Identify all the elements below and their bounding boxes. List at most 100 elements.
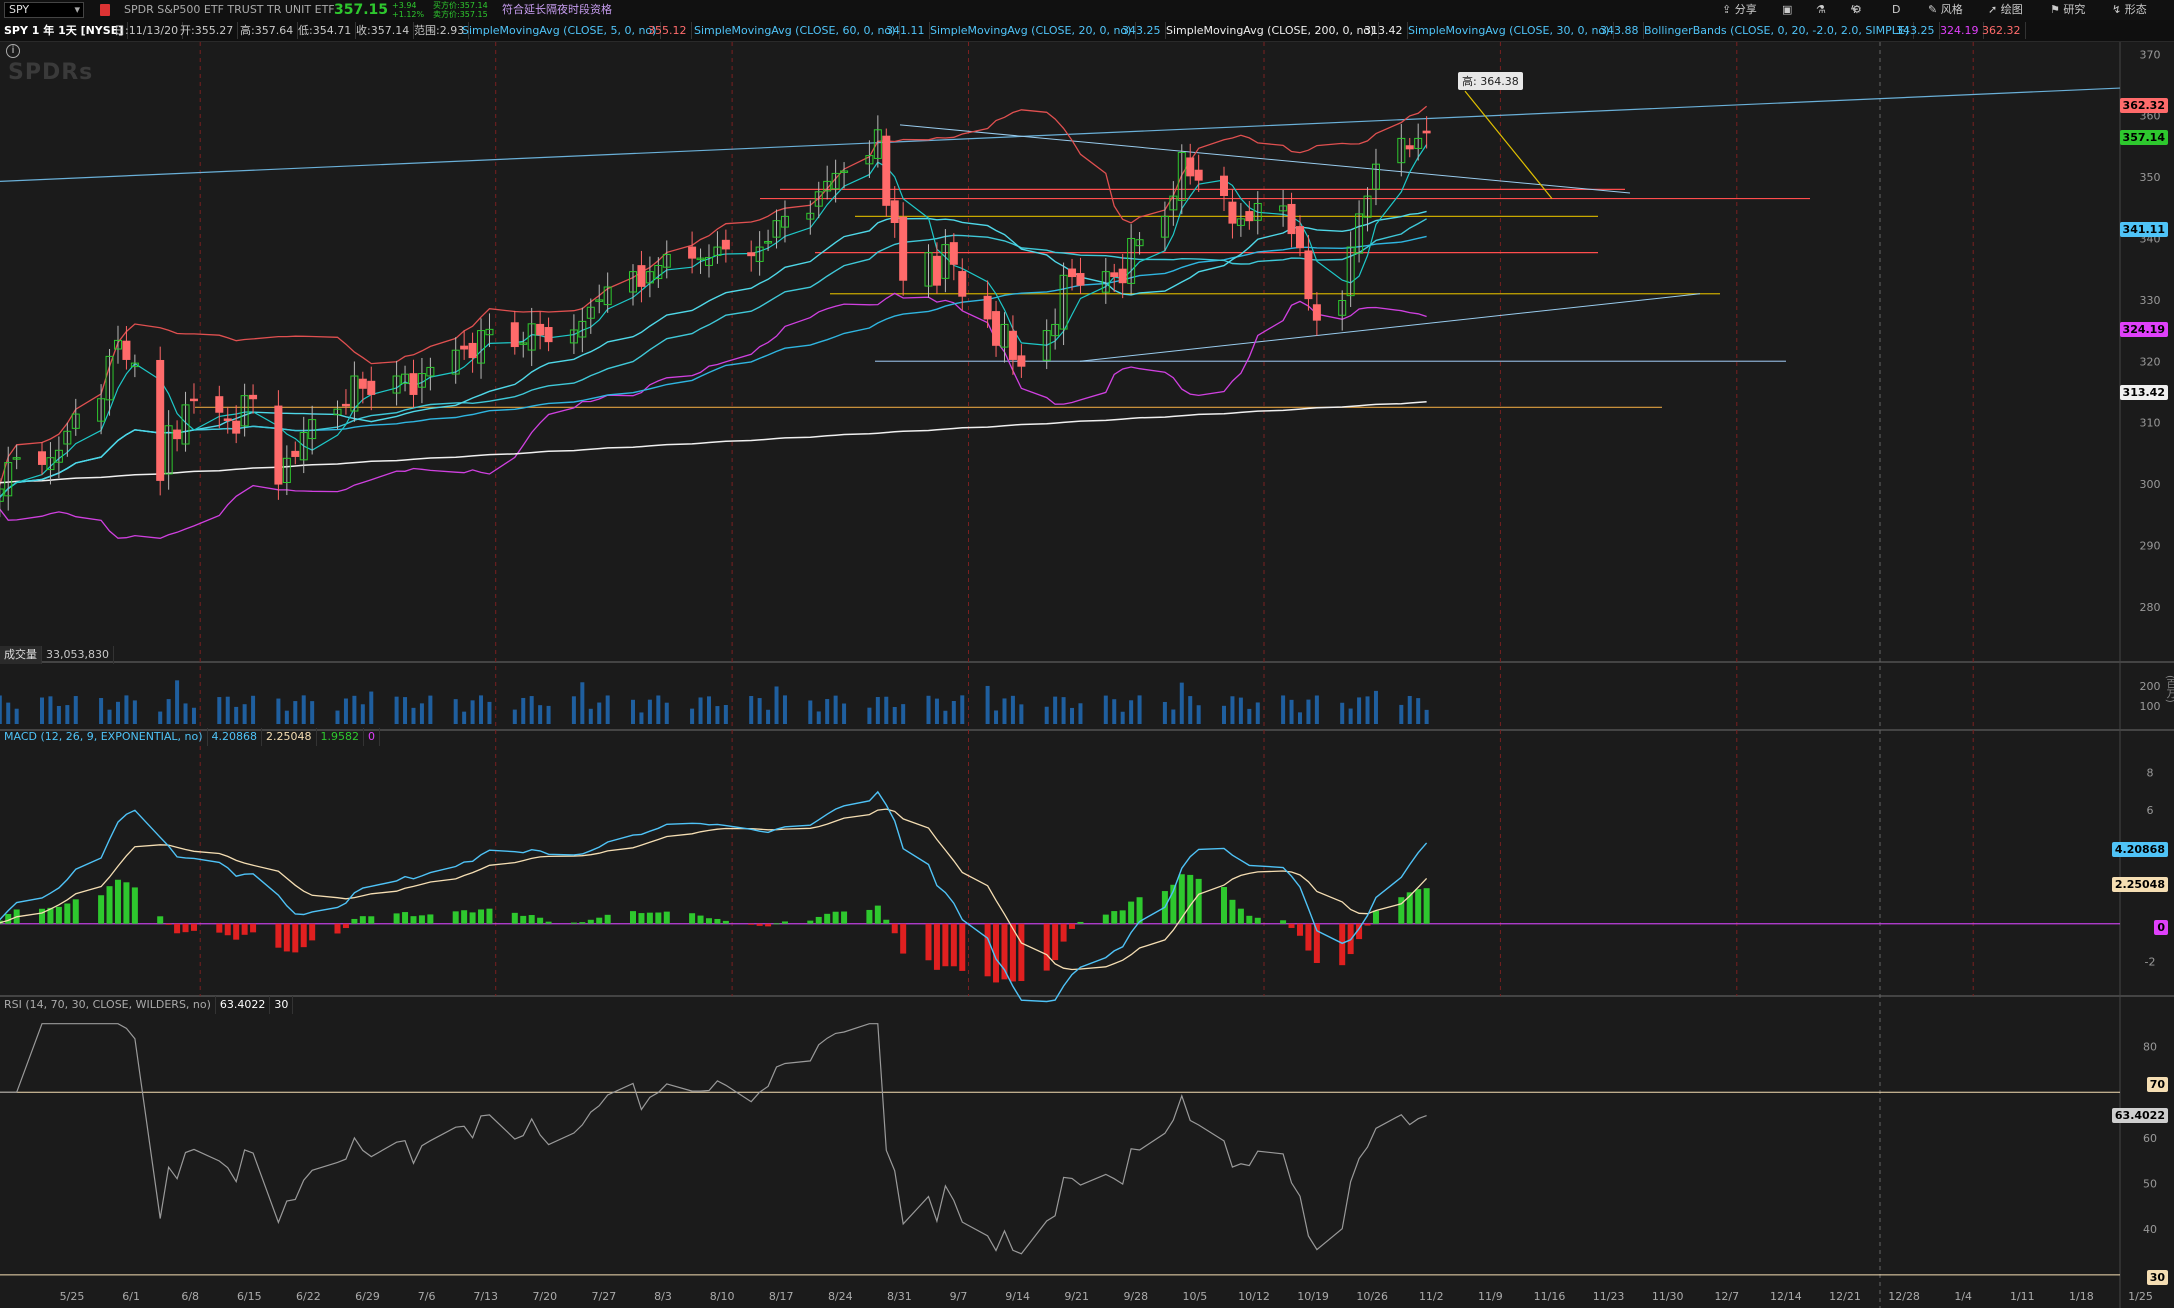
macd-histogram-bar: [874, 905, 881, 924]
volume-bar: [225, 696, 230, 724]
pattern-button[interactable]: ↯ 形态: [2112, 2, 2147, 18]
volume-bar: [369, 691, 374, 724]
period-label[interactable]: SPY 1 年 1天 [NYSE]: [0, 22, 129, 39]
volume-bar: [234, 706, 239, 724]
chart-area[interactable]: 5/25 6/1 6/8 6/15 6/22 6/29 7/6 7/13 7/20 7/27 8/3…: [0, 42, 2174, 1308]
volume-bar: [774, 686, 779, 724]
candle-body: [882, 135, 891, 206]
macd-histogram-bar: [64, 903, 71, 924]
volume-bar: [1399, 704, 1404, 724]
volume-bar: [1222, 705, 1226, 724]
volume-bar: [664, 702, 669, 724]
volume-bar: [985, 685, 990, 724]
volume-bar: [276, 698, 281, 724]
candle-body: [1118, 268, 1127, 284]
candle-body: [932, 255, 941, 286]
candle-body: [223, 418, 232, 421]
x-axis-tick-label: 8/3: [654, 1290, 672, 1303]
study-icon: ⚑: [2050, 3, 2064, 16]
volume-bar: [124, 695, 129, 724]
layout-icon[interactable]: ▣: [1782, 2, 1792, 18]
volume-bar: [183, 703, 188, 724]
symbol-input[interactable]: SPY ▾: [4, 2, 84, 18]
volume-bar: [470, 700, 475, 724]
macd-histogram-bar: [984, 923, 991, 977]
study-button[interactable]: ⚑ 研究: [2050, 2, 2085, 18]
macd-histogram-bar: [72, 899, 79, 924]
volume-bar: [588, 708, 593, 724]
x-axis-tick-label: 6/8: [181, 1290, 199, 1303]
volume-bar: [1348, 708, 1353, 724]
study-sma20[interactable]: SimpleMovingAvg (CLOSE, 20, 0, no): [926, 22, 1137, 39]
volume-bar: [1078, 703, 1083, 724]
x-axis-tick-label: 6/1: [122, 1290, 140, 1303]
candle-body: [249, 394, 258, 400]
volume-bar: [107, 709, 112, 724]
flask-icon[interactable]: ⚗: [1816, 2, 1826, 18]
style-icon: ✎: [1928, 3, 1941, 16]
volume-bar: [1162, 701, 1167, 724]
price-tick-label: 370: [2140, 48, 2161, 61]
macd-histogram-bar: [537, 917, 544, 924]
macd-histogram-bar: [883, 919, 890, 924]
candle-body: [215, 396, 224, 413]
x-axis-tick-label: 6/29: [355, 1290, 380, 1303]
macd-histogram-bar: [283, 923, 290, 952]
badge-macd: 4.20868: [2111, 842, 2168, 857]
study-sma60[interactable]: SimpleMovingAvg (CLOSE, 60, 0, no): [690, 22, 901, 39]
volume-bar: [875, 697, 880, 724]
volume-bar: [175, 680, 180, 724]
macd-histogram-bar: [722, 920, 729, 924]
macd-histogram-bar: [1237, 908, 1244, 924]
study-sma5-value: 355.12: [644, 22, 692, 39]
flag-icon[interactable]: [100, 4, 110, 16]
study-sma5[interactable]: SimpleMovingAvg (CLOSE, 5, 0, no): [458, 22, 662, 39]
volume-bar: [1416, 698, 1421, 724]
pattern-icon: ↯: [2112, 3, 2125, 16]
macd-histogram-bar: [123, 882, 130, 924]
volume-bar: [631, 699, 635, 724]
badge-rsi: 63.4022: [2111, 1108, 2168, 1123]
volume-bar: [825, 699, 830, 724]
volume-bar: [158, 711, 163, 724]
gear-icon[interactable]: ⚙: [1852, 2, 1862, 18]
spdr-logo: SPDRs: [8, 60, 94, 85]
x-axis-tick-label: 10/19: [1297, 1290, 1329, 1303]
macd-histogram-bar: [1280, 920, 1287, 924]
share-button[interactable]: ⇪ 分享: [1722, 2, 1757, 18]
volume-bar: [842, 703, 847, 724]
candle-body: [1304, 250, 1313, 300]
low-label: 低:354.71: [294, 22, 357, 39]
volume-bar: [1103, 695, 1108, 724]
volume-bar: [1297, 712, 1302, 724]
volume-bar: [529, 696, 534, 724]
style-button[interactable]: ✎ 风格: [1928, 2, 1963, 18]
volume-bar: [301, 695, 306, 724]
macd-histogram-bar: [233, 923, 240, 940]
volume-bar: [656, 695, 661, 724]
info-icon[interactable]: i: [6, 44, 20, 58]
macd-histogram-bar: [182, 923, 189, 933]
macd-histogram-bar: [815, 916, 822, 924]
study-sma20-value: 343.25: [1118, 22, 1166, 39]
study-bollinger[interactable]: BollingerBands (CLOSE, 0, 20, -2.0, 2.0,…: [1640, 22, 1915, 39]
period-button[interactable]: D: [1892, 2, 1900, 18]
macd-histogram-bar: [452, 911, 459, 924]
volume-bar: [816, 711, 821, 724]
study-sma30[interactable]: SimpleMovingAvg (CLOSE, 30, 0, no): [1404, 22, 1615, 39]
volume-bar: [1424, 709, 1429, 724]
volume-bar: [40, 697, 44, 724]
macd-histogram-bar: [106, 886, 113, 924]
study-sma200-value: 313.42: [1360, 22, 1408, 39]
macd-histogram-bar: [1128, 901, 1135, 924]
study-sma200[interactable]: SimpleMovingAvg (CLOSE, 200, 0, no): [1162, 22, 1380, 39]
draw-button[interactable]: ➚ 绘图: [1988, 2, 2023, 18]
volume-bar: [597, 702, 602, 724]
macd-histogram-bar: [832, 911, 839, 924]
volume-bar: [521, 697, 526, 724]
volume-bar: [428, 695, 433, 724]
macd-histogram-bar: [334, 923, 341, 934]
candle-body: [189, 398, 198, 402]
bid-ask: 买方价:357.14 卖方价:357.15: [433, 1, 488, 19]
macd-histogram-bar: [596, 917, 603, 924]
